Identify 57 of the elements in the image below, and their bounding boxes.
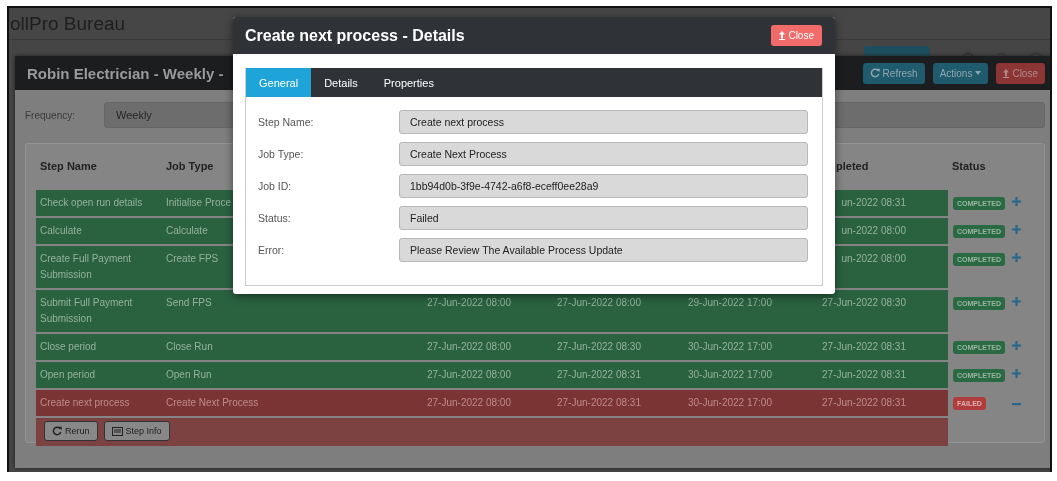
tab[interactable]: Properties bbox=[370, 68, 447, 97]
table-cell: Calculate bbox=[36, 218, 162, 244]
rerun-button[interactable]: Rerun bbox=[44, 421, 98, 441]
table-cell: Create Full Payment Submission bbox=[36, 246, 162, 288]
text-field[interactable]: Please Review The Available Process Update bbox=[399, 238, 808, 262]
expand-icon[interactable] bbox=[1012, 225, 1021, 234]
table-cell: Check open run details bbox=[36, 190, 162, 216]
table-cell: 27-Jun-2022 08:00 bbox=[423, 362, 553, 388]
caret-icon bbox=[975, 71, 982, 75]
field-label: Job ID: bbox=[258, 180, 293, 192]
column-header: pleted bbox=[836, 160, 869, 172]
expand-icon[interactable] bbox=[1012, 253, 1021, 262]
list-icon bbox=[111, 426, 123, 436]
table-cell: Close Run bbox=[162, 334, 423, 360]
field-label: Error: bbox=[258, 244, 286, 256]
step-info-button[interactable]: Step Info bbox=[103, 421, 170, 441]
tab[interactable]: Details bbox=[311, 68, 371, 97]
table-cell: Create Next Process bbox=[162, 390, 423, 416]
table-cell: Close period bbox=[36, 334, 162, 360]
text-field[interactable]: Create next process bbox=[399, 110, 808, 134]
table-cell: Send FPS bbox=[162, 290, 423, 332]
text-field[interactable]: 1bb94d0b-3f9e-4742-a6f8-eceff0ee28a9 bbox=[399, 174, 808, 198]
table-cell: 27-Jun-2022 08:00 bbox=[423, 334, 553, 360]
column-header: Status bbox=[952, 160, 986, 172]
dialog-title: Create next process - Details bbox=[245, 26, 465, 45]
arrow-up-icon bbox=[1003, 68, 1010, 78]
table-cell: Open period bbox=[36, 362, 162, 388]
arrow-up-icon bbox=[779, 31, 786, 40]
table-cell: Submit Full Payment Submission bbox=[36, 290, 162, 332]
table-cell: 27-Jun-2022 08:31 bbox=[814, 362, 948, 388]
column-header: Step Name bbox=[40, 160, 97, 172]
refresh-icon bbox=[869, 68, 880, 78]
table-cell: Open Run bbox=[162, 362, 423, 388]
table-cell: 27-Jun-2022 08:31 bbox=[814, 334, 948, 360]
table-cell: 27-Jun-2022 08:30 bbox=[553, 334, 684, 360]
field-label: Step Name: bbox=[258, 116, 315, 128]
expand-icon[interactable] bbox=[1012, 197, 1021, 206]
text-field[interactable]: Failed bbox=[399, 206, 808, 230]
collapse-icon[interactable] bbox=[1012, 403, 1021, 406]
expand-icon[interactable] bbox=[1012, 369, 1021, 378]
expand-icon[interactable] bbox=[1012, 297, 1021, 306]
table-cell: 27-Jun-2022 08:31 bbox=[814, 390, 948, 416]
field-label: Job Type: bbox=[258, 148, 305, 160]
table-cell: 30-Jun-2022 17:00 bbox=[684, 390, 814, 416]
window-title: Robin Electrician - Weekly - bbox=[27, 64, 224, 82]
table-cell: 27-Jun-2022 08:30 bbox=[814, 290, 948, 332]
refresh-icon bbox=[52, 426, 62, 436]
table-cell: 27-Jun-2022 08:31 bbox=[553, 362, 684, 388]
table-cell: Create next process bbox=[36, 390, 162, 416]
table-cell: 30-Jun-2022 17:00 bbox=[684, 362, 814, 388]
expand-icon[interactable] bbox=[1012, 341, 1021, 350]
column-header: Job Type bbox=[166, 160, 214, 172]
table-cell: 30-Jun-2022 17:00 bbox=[684, 334, 814, 360]
text-field[interactable]: Create Next Process bbox=[399, 142, 808, 166]
table-cell: 27-Jun-2022 08:31 bbox=[553, 390, 684, 416]
table-cell: 27-Jun-2022 08:00 bbox=[423, 390, 553, 416]
field-label: Frequency: bbox=[25, 109, 77, 121]
